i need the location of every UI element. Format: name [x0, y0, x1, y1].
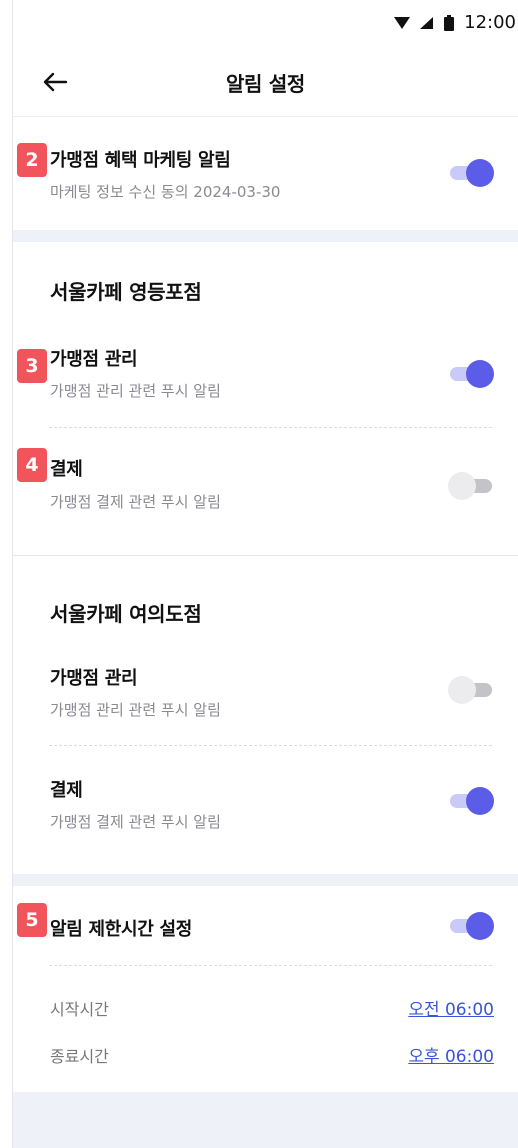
marketing-toggle[interactable] — [448, 158, 494, 188]
store2-payment-title: 결제 — [50, 780, 83, 801]
store2-manage-toggle[interactable] — [448, 675, 494, 705]
store1-manage-subtitle: 가맹점 관리 관련 푸시 알림 — [50, 382, 221, 400]
store2-payment-toggle[interactable] — [448, 786, 494, 816]
bottom-spacer — [13, 1092, 518, 1148]
store1-manage-toggle[interactable] — [448, 359, 494, 389]
store-name: 서울카페 여의도점 — [50, 602, 202, 626]
status-time: 12:00 — [464, 12, 516, 33]
step-badge: 2 — [17, 143, 47, 177]
section-gap — [13, 874, 518, 886]
marketing-title: 가맹점 혜택 마케팅 알림 — [50, 150, 231, 171]
signal-icon — [420, 16, 434, 30]
page-title: 알림 설정 — [225, 72, 306, 96]
store2-payment-subtitle: 가맹점 결제 관련 푸시 알림 — [50, 813, 221, 831]
section-divider — [13, 555, 518, 556]
dashed-divider — [49, 745, 492, 746]
step-badge: 5 — [17, 903, 47, 937]
store-name: 서울카페 영등포점 — [50, 280, 202, 304]
store2-manage-subtitle: 가맹점 관리 관련 푸시 알림 — [50, 701, 221, 719]
end-time-label: 종료시간 — [50, 1047, 109, 1066]
store1-payment-subtitle: 가맹점 결제 관련 푸시 알림 — [50, 493, 221, 511]
settings-screen: 12:00 알림 설정 2 가맹점 혜택 마케팅 알림 마케팅 정보 수신 동의… — [12, 0, 518, 1148]
status-bar: 12:00 — [13, 0, 518, 48]
quiet-hours-toggle[interactable] — [448, 911, 494, 941]
quiet-hours-title: 알림 제한시간 설정 — [50, 919, 193, 940]
start-time-label: 시작시간 — [50, 1000, 109, 1019]
dashed-divider — [49, 965, 492, 966]
wifi-icon — [394, 16, 411, 30]
start-time-link[interactable]: 오전 06:00 — [408, 995, 494, 1020]
app-bar: 알림 설정 — [13, 48, 518, 116]
store1-manage-title: 가맹점 관리 — [50, 349, 138, 370]
store1-payment-toggle[interactable] — [448, 471, 494, 501]
step-badge: 3 — [17, 349, 47, 383]
battery-icon — [444, 14, 455, 31]
store2-manage-title: 가맹점 관리 — [50, 668, 138, 689]
marketing-subtitle: 마케팅 정보 수신 동의 2024-03-30 — [50, 183, 281, 201]
end-time-link[interactable]: 오후 06:00 — [408, 1042, 494, 1067]
store1-payment-title: 결제 — [50, 459, 83, 480]
step-badge: 4 — [17, 448, 47, 482]
section-gap — [13, 230, 518, 242]
divider — [13, 116, 518, 117]
dashed-divider — [49, 427, 492, 428]
